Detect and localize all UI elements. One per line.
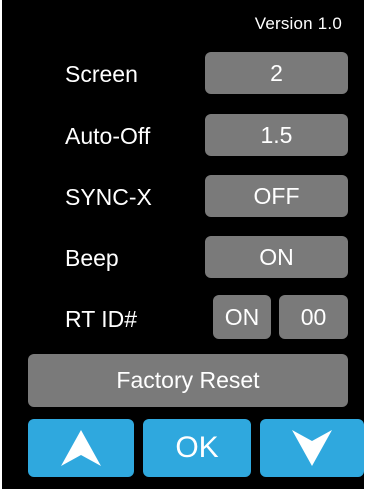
factory-reset-label: Factory Reset (116, 367, 260, 393)
sync-x-value-button[interactable]: OFF (205, 175, 348, 217)
settings-screen: Version 1.0 Screen 2 Auto-Off 1.5 SYNC-X… (2, 0, 364, 489)
up-button[interactable] (28, 419, 134, 477)
rt-id-state-button[interactable]: ON (213, 295, 271, 339)
arrow-up-icon (61, 430, 101, 466)
beep-value: ON (259, 243, 294, 270)
rt-id-state: ON (224, 303, 260, 330)
down-button[interactable] (260, 419, 364, 477)
beep-value-button[interactable]: ON (205, 236, 348, 278)
rt-id-number: 00 (300, 303, 327, 330)
arrow-down-icon (292, 430, 332, 466)
screen-value: 2 (270, 59, 283, 86)
factory-reset-button[interactable]: Factory Reset (28, 354, 348, 407)
beep-label: Beep (65, 245, 119, 271)
sync-x-label: SYNC-X (65, 184, 152, 210)
ok-label: OK (175, 431, 219, 464)
sync-x-value: OFF (253, 182, 300, 209)
version-label: Version 1.0 (254, 14, 342, 33)
screen-value-button[interactable]: 2 (205, 52, 348, 94)
auto-off-value: 1.5 (260, 121, 293, 148)
auto-off-value-button[interactable]: 1.5 (205, 114, 348, 156)
rt-id-label: RT ID# (65, 306, 138, 332)
rt-id-number-button[interactable]: 00 (279, 295, 348, 339)
auto-off-label: Auto-Off (65, 123, 151, 149)
ok-button[interactable]: OK (143, 419, 251, 477)
screen-label: Screen (65, 61, 138, 87)
